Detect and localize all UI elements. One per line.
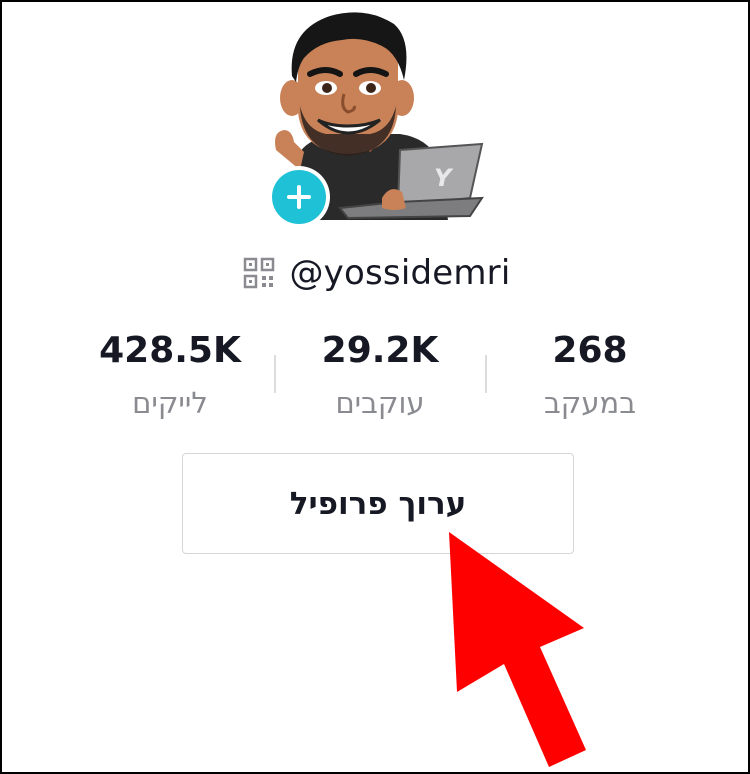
stat-following[interactable]: 268 במעקב [480, 324, 700, 426]
following-count: 268 [552, 330, 628, 371]
laptop-logo: Y [434, 164, 454, 192]
edit-profile-button[interactable]: ערוך פרופיל [182, 453, 574, 554]
username: @yossidemri [289, 253, 511, 293]
following-label: במעקב [544, 386, 636, 420]
stat-likes[interactable]: 428.5K לייקים [60, 324, 280, 426]
username-row: @yossidemri [2, 248, 748, 298]
likes-label: לייקים [132, 386, 208, 420]
stat-followers[interactable]: 29.2K עוקבים [270, 324, 490, 426]
plus-icon [287, 185, 311, 209]
add-avatar-button[interactable] [268, 166, 330, 228]
profile-screen: Y @yossidemri 428.5K לייקים 29.2K עוקבים… [0, 0, 750, 774]
followers-count: 29.2K [321, 330, 439, 371]
likes-count: 428.5K [99, 330, 241, 371]
qr-code-icon[interactable] [243, 257, 275, 289]
followers-label: עוקבים [335, 386, 425, 420]
